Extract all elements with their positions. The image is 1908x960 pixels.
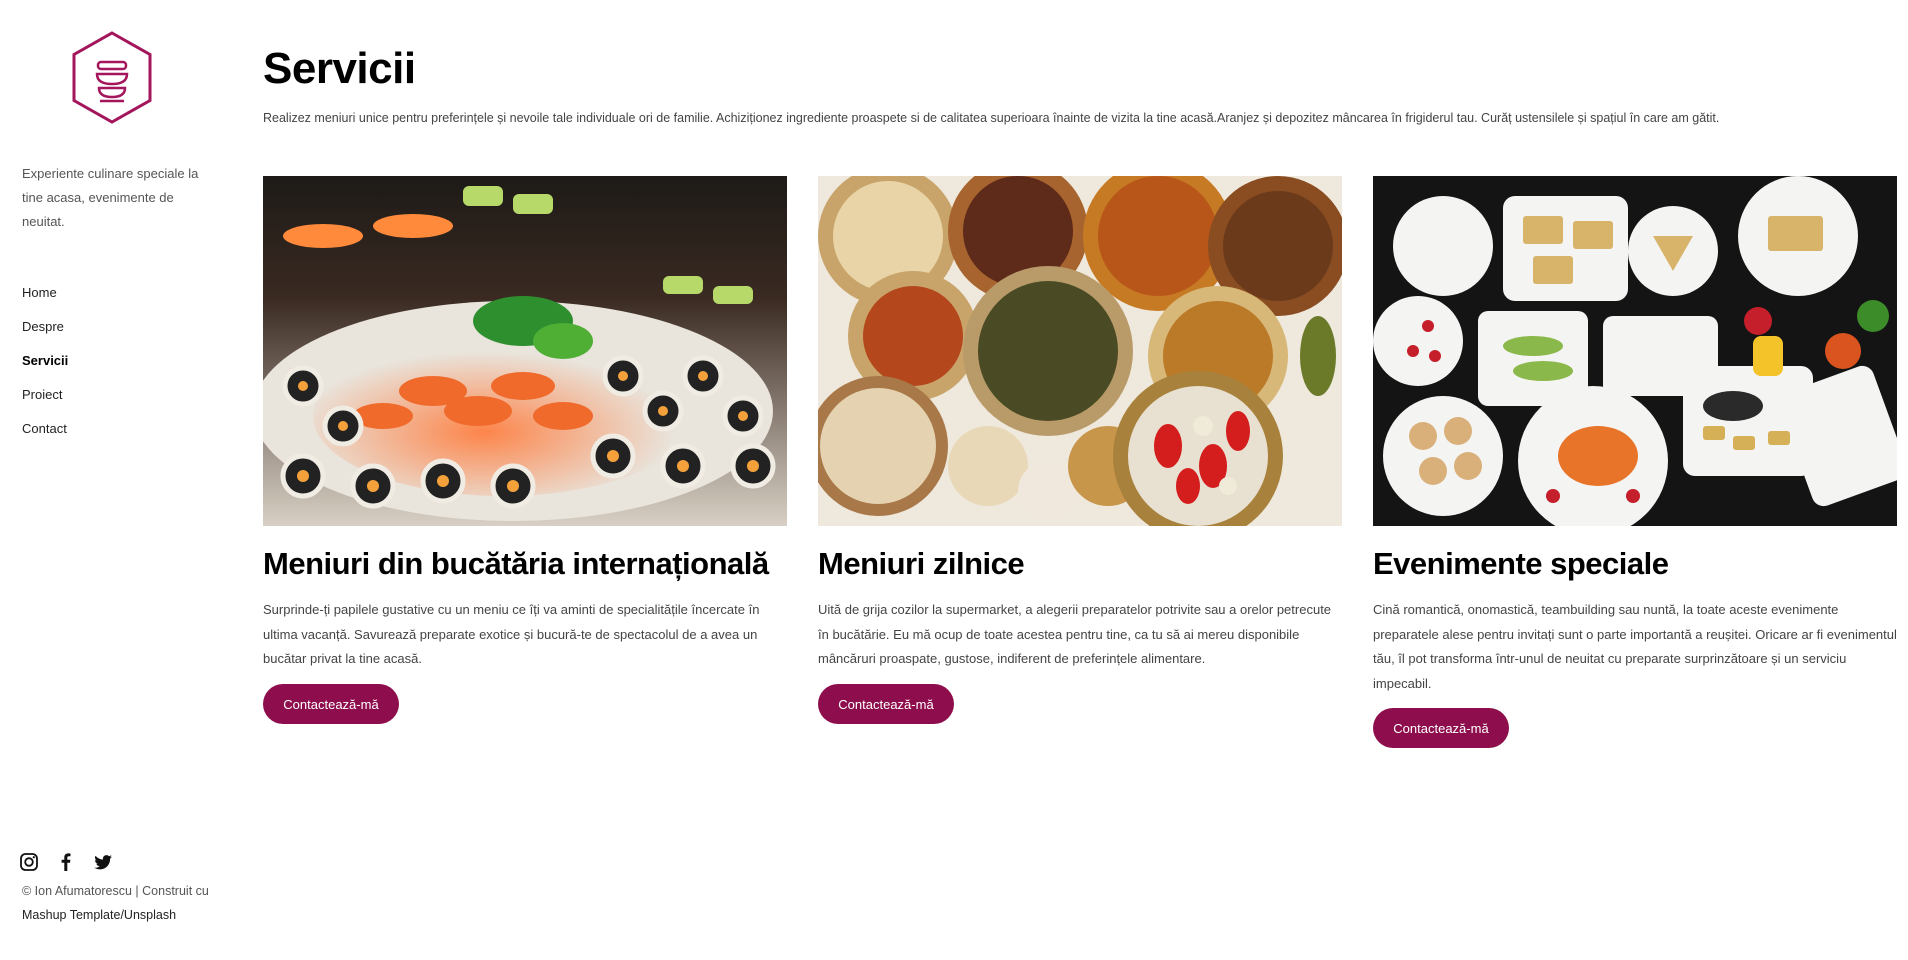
copyright-text: © Ion Afumatorescu | Construit cu bbox=[22, 884, 209, 898]
contact-button[interactable]: Contactează-mă bbox=[1373, 708, 1509, 748]
card-title: Meniuri din bucătăria internațională bbox=[263, 546, 769, 581]
service-card: Meniuri din bucătăria internațională Sur… bbox=[263, 176, 787, 724]
contact-button[interactable]: Contactează-mă bbox=[818, 684, 954, 724]
main-nav: Home Despre Servicii Proiect Contact bbox=[22, 283, 68, 453]
twitter-icon[interactable] bbox=[93, 852, 113, 872]
card-description: Surprinde-ți papilele gustative cu un me… bbox=[263, 602, 760, 666]
sushi-platter-image bbox=[263, 176, 787, 526]
facebook-icon[interactable] bbox=[56, 852, 76, 872]
contact-button[interactable]: Contactează-mă bbox=[263, 684, 399, 724]
sidebar: Experiente culinare speciale la tine aca… bbox=[0, 0, 230, 960]
nav-item-contact[interactable]: Contact bbox=[22, 419, 68, 453]
card-description: Uită de grija cozilor la supermarket, a … bbox=[818, 602, 1332, 666]
service-card: Evenimente speciale Cină romantică, onom… bbox=[1373, 176, 1897, 748]
nav-item-proiect[interactable]: Proiect bbox=[22, 385, 68, 419]
nav-item-despre[interactable]: Despre bbox=[22, 317, 68, 351]
card-description: Cină romantică, onomastică, teambuilding… bbox=[1373, 602, 1897, 691]
template-credit-link[interactable]: Mashup Template/Unsplash bbox=[22, 908, 176, 922]
card-title: Evenimente speciale bbox=[1373, 546, 1669, 581]
card-title: Meniuri zilnice bbox=[818, 546, 1025, 581]
event-platters-image bbox=[1373, 176, 1897, 526]
service-card: Meniuri zilnice Uită de grija cozilor la… bbox=[818, 176, 1342, 724]
page-title: Servicii bbox=[263, 44, 416, 93]
chef-logo-icon bbox=[72, 31, 152, 124]
instagram-icon[interactable] bbox=[19, 852, 39, 872]
tagline: Experiente culinare speciale la tine aca… bbox=[22, 166, 199, 229]
nav-item-servicii[interactable]: Servicii bbox=[22, 351, 68, 385]
social-links bbox=[19, 852, 113, 872]
traditional-food-image bbox=[818, 176, 1342, 526]
nav-item-home[interactable]: Home bbox=[22, 283, 68, 317]
logo[interactable] bbox=[70, 30, 154, 125]
footer-copyright: © Ion Afumatorescu | Construit cu Mashup… bbox=[22, 879, 242, 927]
intro-text: Realizez meniuri unice pentru preferințe… bbox=[263, 111, 1720, 125]
